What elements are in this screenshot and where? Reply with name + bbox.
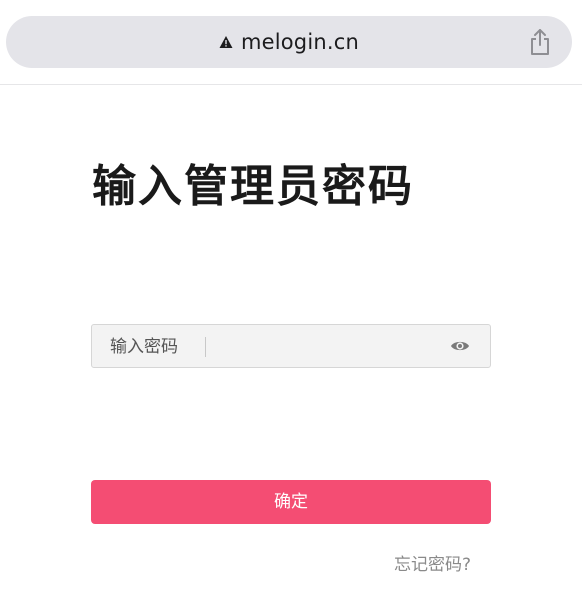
warning-triangle-icon [219,36,233,48]
forgot-password-link[interactable]: 忘记密码? [394,550,471,575]
share-icon[interactable] [528,28,552,56]
eye-icon[interactable] [450,338,470,354]
field-divider [205,337,206,357]
login-page: melogin.cn 输入管理员密码 输入密码 确定 忘记密码? [0,0,582,600]
url-display[interactable]: melogin.cn [6,16,572,68]
password-input[interactable] [214,331,428,363]
page-title: 输入管理员密码 [92,161,414,212]
confirm-button[interactable]: 确定 [91,480,491,524]
password-label: 输入密码 [110,337,178,357]
address-bar[interactable]: melogin.cn [6,16,572,68]
browser-toolbar: melogin.cn [0,0,582,85]
password-field[interactable]: 输入密码 [91,324,491,368]
url-text: melogin.cn [240,30,360,54]
